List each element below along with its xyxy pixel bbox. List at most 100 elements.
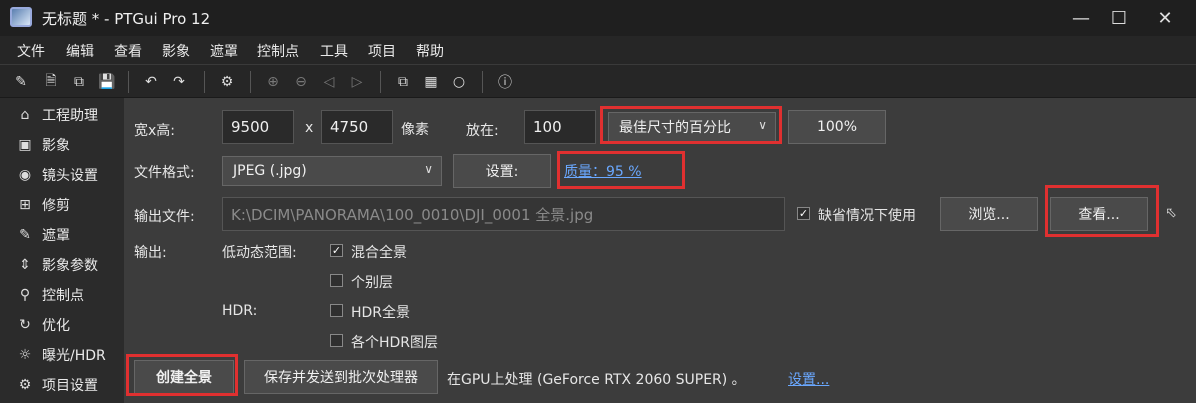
gear-icon: ⚙ xyxy=(18,377,32,393)
size-label: 宽x高: xyxy=(134,123,176,139)
format-settings-button[interactable]: 设置: xyxy=(453,154,551,188)
use-default-checkbox[interactable]: ✓ xyxy=(797,207,810,220)
file-format-select[interactable]: JPEG (.jpg) ∨ xyxy=(222,156,442,186)
file-format-label: 文件格式: xyxy=(134,165,195,181)
menu-control-points[interactable]: 控制点 xyxy=(257,41,299,61)
sidebar-item-lens-settings[interactable]: ◉ 镜头设置 xyxy=(16,163,98,187)
view-button[interactable]: 查看... xyxy=(1050,197,1148,231)
sidebar-item-project-settings[interactable]: ⚙ 项目设置 xyxy=(16,373,98,397)
sidebar-item-label: 影象 xyxy=(42,138,70,154)
ldr-label: 低动态范围: xyxy=(222,245,297,261)
open-project-icon[interactable]: 🗎 xyxy=(40,71,62,93)
gpu-info-text: 在GPU上处理 (GeForce RTX 2060 SUPER) 。 xyxy=(447,372,746,388)
percent-100-button[interactable]: 100% xyxy=(788,110,886,144)
close-button[interactable]: ✕ xyxy=(1142,0,1188,36)
sidebar-item-label: 控制点 xyxy=(42,288,84,304)
sidebar-item-label: 遮罩 xyxy=(42,228,70,244)
home-icon: ⌂ xyxy=(20,107,30,123)
hdr-layers-checkbox[interactable] xyxy=(330,334,343,347)
hdr-layers-label: 各个HDR图层 xyxy=(351,335,439,351)
hdr-panorama-label: HDR全景 xyxy=(351,305,411,321)
output-file-label: 输出文件: xyxy=(134,209,195,225)
sidebar-item-label: 修剪 xyxy=(42,198,70,214)
sidebar-item-label: 影象参数 xyxy=(42,258,98,274)
sidebar-item-control-points[interactable]: ⚲ 控制点 xyxy=(16,283,84,307)
table-icon[interactable]: ▦ xyxy=(420,71,442,93)
chevron-down-icon: ∨ xyxy=(758,118,767,132)
menu-edit[interactable]: 编辑 xyxy=(66,41,94,61)
create-panorama-panel: 宽x高: 9500 x 4750 像素 放在: 100 最佳尺寸的百分比 ∨ 1… xyxy=(124,98,1196,403)
sidebar-item-project-assistant[interactable]: ⌂ 工程助理 xyxy=(16,103,98,127)
help-icon[interactable]: ⓘ xyxy=(494,71,516,93)
hdr-label: HDR: xyxy=(222,303,258,319)
sidebar-item-images[interactable]: ▣ 影象 xyxy=(16,133,70,157)
use-default-label: 缺省情况下使用 xyxy=(818,208,916,224)
sidebar-item-image-parameters[interactable]: ⇕ 影象参数 xyxy=(16,253,98,277)
browse-button[interactable]: 浏览... xyxy=(940,197,1038,231)
quality-link[interactable]: 质量：95 % xyxy=(564,161,642,181)
menu-project[interactable]: 项目 xyxy=(368,41,396,61)
menu-mask[interactable]: 遮罩 xyxy=(210,41,238,61)
sidebar: ⌂ 工程助理 ▣ 影象 ◉ 镜头设置 ⊞ 修剪 ✎ 遮罩 ⇕ 影象参数 ⚲ 控制… xyxy=(0,98,124,403)
individual-layers-checkbox[interactable] xyxy=(330,274,343,287)
menu-help[interactable]: 帮助 xyxy=(416,41,444,61)
blended-panorama-checkbox[interactable]: ✓ xyxy=(330,244,343,257)
sliders-icon: ⇕ xyxy=(19,257,31,273)
blended-panorama-label: 混合全景 xyxy=(351,245,407,261)
toolbar-separator xyxy=(380,71,381,93)
output-label: 输出: xyxy=(134,245,167,261)
create-panorama-button[interactable]: 创建全景 xyxy=(134,360,234,394)
zoom-in-icon[interactable]: ⊕ xyxy=(262,71,284,93)
load-images-icon[interactable]: ⧉ xyxy=(68,71,90,93)
sidebar-item-mask[interactable]: ✎ 遮罩 xyxy=(16,223,70,247)
app-icon xyxy=(10,7,32,27)
select-cursor-icon[interactable]: ⬁ xyxy=(1160,202,1182,224)
previous-icon[interactable]: ◁ xyxy=(318,71,340,93)
scale-mode-select[interactable]: 最佳尺寸的百分比 ∨ xyxy=(608,112,776,142)
scale-input[interactable]: 100 xyxy=(524,110,596,144)
menu-tools[interactable]: 工具 xyxy=(320,41,348,61)
hdr-panorama-checkbox[interactable] xyxy=(330,304,343,317)
menu-bar: 文件 编辑 查看 影象 遮罩 控制点 工具 项目 帮助 xyxy=(0,36,1196,64)
sidebar-item-label: 工程助理 xyxy=(42,108,98,124)
settings-gear-icon[interactable]: ⚙ xyxy=(216,71,238,93)
output-file-input[interactable]: K:\DCIM\PANORAMA\100_0010\DJI_0001 全景.jp… xyxy=(222,197,785,231)
scale-mode-value: 最佳尺寸的百分比 xyxy=(619,120,731,136)
height-input[interactable]: 4750 xyxy=(321,110,393,144)
scale-label: 放在: xyxy=(466,123,499,139)
image-icon: ▣ xyxy=(18,137,32,153)
sidebar-item-optimizer[interactable]: ↻ 优化 xyxy=(16,313,70,337)
undo-icon[interactable]: ↶ xyxy=(140,71,162,93)
camera-icon: ◉ xyxy=(18,167,32,183)
save-icon[interactable]: 💾 xyxy=(96,71,118,93)
sidebar-item-crop[interactable]: ⊞ 修剪 xyxy=(16,193,70,217)
menu-image[interactable]: 影象 xyxy=(162,41,190,61)
send-to-batch-button[interactable]: 保存并发送到批次处理器 xyxy=(244,360,438,394)
maximize-button[interactable]: ☐ xyxy=(1096,0,1142,36)
title-bar: 无标题 * - PTGui Pro 12 — ☐ ✕ xyxy=(0,0,1196,36)
brush-icon: ✎ xyxy=(19,227,31,243)
panorama-editor-icon[interactable]: ⧉ xyxy=(392,71,414,93)
menu-file[interactable]: 文件 xyxy=(17,41,45,61)
sun-icon: ☼ xyxy=(18,347,32,363)
lightbulb-icon[interactable]: ○ xyxy=(448,71,470,93)
crop-icon: ⊞ xyxy=(19,197,31,213)
optimize-icon: ↻ xyxy=(19,317,31,333)
window-title: 无标题 * - PTGui Pro 12 xyxy=(42,10,211,28)
menu-view[interactable]: 查看 xyxy=(114,41,142,61)
pixels-label: 像素 xyxy=(401,122,429,138)
individual-layers-label: 个别层 xyxy=(351,275,393,291)
next-icon[interactable]: ▷ xyxy=(346,71,368,93)
new-project-icon[interactable]: ✎ xyxy=(10,71,32,93)
gpu-settings-link[interactable]: 设置... xyxy=(788,369,829,389)
chevron-down-icon: ∨ xyxy=(424,162,433,176)
sidebar-item-exposure-hdr[interactable]: ☼ 曝光/HDR xyxy=(16,343,106,367)
redo-icon[interactable]: ↷ xyxy=(168,71,190,93)
sidebar-item-label: 曝光/HDR xyxy=(42,348,106,364)
width-input[interactable]: 9500 xyxy=(222,110,294,144)
control-points-icon: ⚲ xyxy=(19,287,31,303)
sidebar-item-label: 镜头设置 xyxy=(42,168,98,184)
sidebar-item-label: 项目设置 xyxy=(42,378,98,394)
toolbar-separator xyxy=(204,71,205,93)
zoom-out-icon[interactable]: ⊖ xyxy=(290,71,312,93)
